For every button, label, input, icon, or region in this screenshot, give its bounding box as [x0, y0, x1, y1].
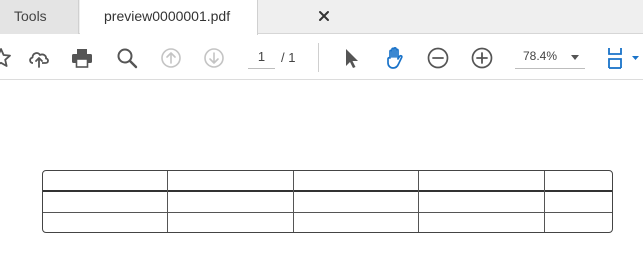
tab-bar: Tools preview0000001.pdf — [0, 0, 643, 35]
table-column-divider — [418, 171, 419, 232]
table-column-divider — [293, 171, 294, 232]
table-header-divider — [43, 190, 612, 192]
page-total: / 1 — [281, 50, 296, 65]
tab-document-label: preview0000001.pdf — [104, 8, 231, 24]
search-icon[interactable] — [114, 45, 140, 71]
document-table — [42, 170, 613, 233]
page-down-icon[interactable] — [201, 45, 227, 71]
toolbar: / 1 78.4% — [0, 35, 643, 80]
page-layout-icon[interactable] — [604, 45, 643, 71]
table-column-divider — [167, 171, 168, 232]
page-up-icon[interactable] — [158, 45, 184, 71]
toolbar-divider — [318, 43, 319, 72]
star-icon[interactable] — [0, 45, 14, 71]
chevron-down-icon — [571, 55, 579, 60]
cloud-upload-icon[interactable] — [26, 45, 52, 71]
zoom-in-icon[interactable] — [469, 45, 495, 71]
close-icon[interactable] — [317, 9, 331, 23]
hand-tool-icon[interactable] — [382, 45, 408, 71]
zoom-out-icon[interactable] — [425, 45, 451, 71]
select-arrow-icon[interactable] — [338, 45, 364, 71]
tab-document[interactable]: preview0000001.pdf — [80, 0, 329, 35]
table-column-divider — [544, 171, 545, 232]
document-view[interactable] — [0, 81, 643, 261]
table-row-divider — [43, 212, 612, 213]
tab-tools-label: Tools — [14, 8, 47, 24]
zoom-value: 78.4% — [523, 49, 558, 63]
zoom-select[interactable]: 78.4% — [515, 45, 585, 69]
page-number-input[interactable] — [248, 45, 275, 69]
tab-tools[interactable]: Tools — [0, 0, 79, 34]
print-icon[interactable] — [69, 45, 95, 71]
